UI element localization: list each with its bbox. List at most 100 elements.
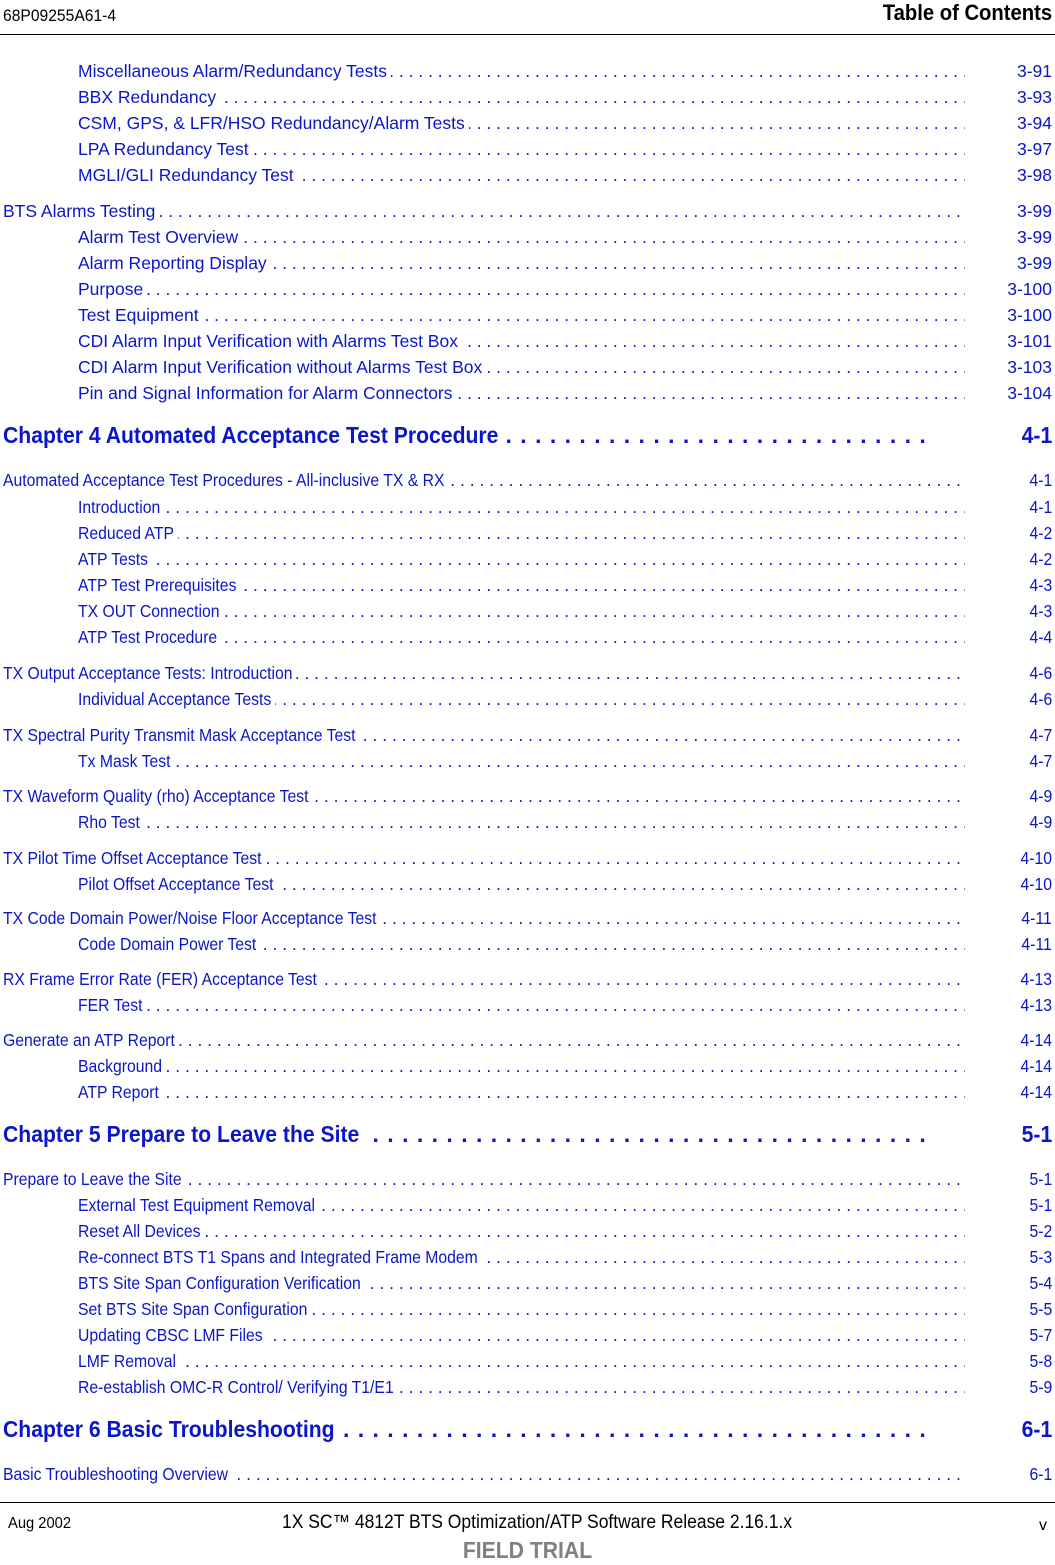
toc-entry-title[interactable]: Chapter 6 Basic Troubleshooting — [3, 1412, 341, 1446]
toc-section[interactable]: . . . . . . . . . . . . . . . . . . . . … — [0, 1462, 1055, 1486]
toc-subsection[interactable]: . . . . . . . . . . . . . . . . . . . . … — [0, 251, 1055, 275]
toc-entry-title[interactable]: Updating CBSC LMF Files — [78, 1323, 267, 1347]
toc-page-number[interactable]: 3-93 — [1017, 85, 1052, 109]
toc-page-number[interactable]: 6-1 — [1021, 1412, 1052, 1446]
toc-entry-title[interactable]: MGLI/GLI Redundancy Test — [78, 163, 298, 187]
toc-page-number[interactable]: 4-13 — [1020, 993, 1052, 1017]
toc-subsection[interactable]: . . . . . . . . . . . . . . . . . . . . … — [0, 1297, 1055, 1321]
toc-entry-title[interactable]: Re-establish OMC-R Control/ Verifying T1… — [78, 1375, 398, 1399]
toc-page-number[interactable]: 4-10 — [1020, 872, 1052, 896]
toc-page-number[interactable]: 5-4 — [1029, 1271, 1052, 1295]
toc-subsection[interactable]: . . . . . . . . . . . . . . . . . . . . … — [0, 137, 1055, 161]
toc-subsection[interactable]: . . . . . . . . . . . . . . . . . . . . … — [0, 872, 1055, 896]
toc-entry-title[interactable]: ATP Test Procedure — [78, 625, 221, 649]
toc-page-number[interactable]: 4-9 — [1029, 784, 1052, 808]
toc-entry-title[interactable]: Reset All Devices — [78, 1219, 205, 1243]
toc-page-number[interactable]: 5-2 — [1029, 1219, 1052, 1243]
toc-entry-title[interactable]: LMF Removal — [78, 1349, 180, 1373]
toc-page-number[interactable]: 3-99 — [1017, 251, 1052, 275]
toc-entry-title[interactable]: Code Domain Power Test — [78, 932, 260, 956]
toc-entry-title[interactable]: Alarm Test Overview — [78, 225, 243, 249]
toc-section[interactable]: . . . . . . . . . . . . . . . . . . . . … — [0, 199, 1055, 223]
toc-chapter[interactable]: . . . . . . . . . . . . . . . . . . . . … — [0, 1412, 1055, 1446]
toc-page-number[interactable]: 4-11 — [1022, 906, 1052, 930]
toc-subsection[interactable]: . . . . . . . . . . . . . . . . . . . . … — [0, 1349, 1055, 1373]
toc-subsection[interactable]: . . . . . . . . . . . . . . . . . . . . … — [0, 277, 1055, 301]
toc-chapter[interactable]: . . . . . . . . . . . . . . . . . . . . … — [0, 418, 1055, 452]
toc-subsection[interactable]: . . . . . . . . . . . . . . . . . . . . … — [0, 573, 1055, 597]
toc-section[interactable]: . . . . . . . . . . . . . . . . . . . . … — [0, 723, 1055, 747]
toc-page-number[interactable]: 4-2 — [1029, 547, 1052, 571]
toc-page-number[interactable]: 5-9 — [1029, 1375, 1052, 1399]
toc-entry-title[interactable]: BTS Site Span Configuration Verification — [78, 1271, 365, 1295]
toc-section[interactable]: . . . . . . . . . . . . . . . . . . . . … — [0, 1028, 1055, 1052]
toc-subsection[interactable]: . . . . . . . . . . . . . . . . . . . . … — [0, 1323, 1055, 1347]
toc-subsection[interactable]: . . . . . . . . . . . . . . . . . . . . … — [0, 810, 1055, 834]
toc-page-number[interactable]: 4-1 — [1029, 468, 1052, 492]
toc-entry-title[interactable]: Alarm Reporting Display — [78, 251, 271, 275]
toc-subsection[interactable]: . . . . . . . . . . . . . . . . . . . . … — [0, 163, 1055, 187]
toc-subsection[interactable]: . . . . . . . . . . . . . . . . . . . . … — [0, 303, 1055, 327]
toc-page-number[interactable]: 5-5 — [1029, 1297, 1052, 1321]
toc-entry-title[interactable]: Basic Troubleshooting Overview — [3, 1462, 232, 1486]
toc-page-number[interactable]: 4-3 — [1029, 573, 1052, 597]
toc-section[interactable]: . . . . . . . . . . . . . . . . . . . . … — [0, 967, 1055, 991]
toc-page-number[interactable]: 4-11 — [1022, 932, 1052, 956]
toc-subsection[interactable]: . . . . . . . . . . . . . . . . . . . . … — [0, 111, 1055, 135]
toc-entry-title[interactable]: TX Output Acceptance Tests: Introduction — [3, 661, 297, 685]
toc-subsection[interactable]: . . . . . . . . . . . . . . . . . . . . … — [0, 599, 1055, 623]
toc-page-number[interactable]: 3-97 — [1017, 137, 1052, 161]
toc-page-number[interactable]: 5-1 — [1021, 1117, 1052, 1151]
toc-page-number[interactable]: 5-8 — [1029, 1349, 1052, 1373]
toc-section[interactable]: . . . . . . . . . . . . . . . . . . . . … — [0, 661, 1055, 685]
toc-subsection[interactable]: . . . . . . . . . . . . . . . . . . . . … — [0, 1193, 1055, 1217]
toc-page-number[interactable]: 4-7 — [1029, 749, 1052, 773]
toc-entry-title[interactable]: RX Frame Error Rate (FER) Acceptance Tes… — [3, 967, 321, 991]
toc-subsection[interactable]: . . . . . . . . . . . . . . . . . . . . … — [0, 1271, 1055, 1295]
toc-subsection[interactable]: . . . . . . . . . . . . . . . . . . . . … — [0, 381, 1055, 405]
toc-entry-title[interactable]: ATP Tests — [78, 547, 152, 571]
toc-entry-title[interactable]: Set BTS Site Span Configuration — [78, 1297, 311, 1321]
toc-subsection[interactable]: . . . . . . . . . . . . . . . . . . . . … — [0, 625, 1055, 649]
toc-page-number[interactable]: 3-99 — [1017, 199, 1052, 223]
toc-page-number[interactable]: 5-7 — [1029, 1323, 1052, 1347]
toc-subsection[interactable]: . . . . . . . . . . . . . . . . . . . . … — [0, 1245, 1055, 1269]
toc-entry-title[interactable]: BTS Alarms Testing — [3, 199, 160, 223]
toc-entry-title[interactable]: Reduced ATP — [78, 521, 178, 545]
toc-entry-title[interactable]: Prepare to Leave the Site — [3, 1167, 186, 1191]
toc-page-number[interactable]: 3-104 — [1007, 381, 1052, 405]
toc-entry-title[interactable]: Background — [78, 1054, 166, 1078]
toc-subsection[interactable]: . . . . . . . . . . . . . . . . . . . . … — [0, 932, 1055, 956]
toc-entry-title[interactable]: External Test Equipment Removal — [78, 1193, 319, 1217]
toc-page-number[interactable]: 3-99 — [1017, 225, 1052, 249]
toc-entry-title[interactable]: Individual Acceptance Tests — [78, 687, 275, 711]
toc-subsection[interactable]: . . . . . . . . . . . . . . . . . . . . … — [0, 85, 1055, 109]
toc-entry-title[interactable]: CDI Alarm Input Verification without Ala… — [78, 355, 487, 379]
toc-section[interactable]: . . . . . . . . . . . . . . . . . . . . … — [0, 1167, 1055, 1191]
toc-entry-title[interactable]: Test Equipment — [78, 303, 203, 327]
toc-page-number[interactable]: 3-100 — [1007, 303, 1052, 327]
toc-section[interactable]: . . . . . . . . . . . . . . . . . . . . … — [0, 468, 1055, 492]
toc-subsection[interactable]: . . . . . . . . . . . . . . . . . . . . … — [0, 1219, 1055, 1243]
toc-page-number[interactable]: 4-9 — [1029, 810, 1052, 834]
toc-entry-title[interactable]: TX Code Domain Power/Noise Floor Accepta… — [3, 906, 381, 930]
toc-page-number[interactable]: 3-101 — [1007, 329, 1052, 353]
toc-page-number[interactable]: 4-4 — [1029, 625, 1052, 649]
toc-section[interactable]: . . . . . . . . . . . . . . . . . . . . … — [0, 846, 1055, 870]
toc-page-number[interactable]: 4-7 — [1029, 723, 1052, 747]
toc-entry-title[interactable]: Generate an ATP Report — [3, 1028, 179, 1052]
toc-entry-title[interactable]: Pin and Signal Information for Alarm Con… — [78, 381, 457, 405]
toc-subsection[interactable]: . . . . . . . . . . . . . . . . . . . . … — [0, 993, 1055, 1017]
toc-page-number[interactable]: 5-3 — [1029, 1245, 1052, 1269]
toc-entry-title[interactable]: TX Waveform Quality (rho) Acceptance Tes… — [3, 784, 313, 808]
toc-page-number[interactable]: 4-6 — [1029, 687, 1052, 711]
toc-subsection[interactable]: . . . . . . . . . . . . . . . . . . . . … — [0, 1080, 1055, 1104]
toc-page-number[interactable]: 4-14 — [1020, 1054, 1052, 1078]
toc-entry-title[interactable]: ATP Test Prerequisites — [78, 573, 241, 597]
toc-entry-title[interactable]: BBX Redundancy — [78, 85, 221, 109]
toc-entry-title[interactable]: Rho Test — [78, 810, 144, 834]
toc-page-number[interactable]: 6-1 — [1029, 1462, 1052, 1486]
toc-entry-title[interactable]: Tx Mask Test — [78, 749, 175, 773]
toc-chapter[interactable]: . . . . . . . . . . . . . . . . . . . . … — [0, 1117, 1055, 1151]
toc-page-number[interactable]: 4-13 — [1020, 967, 1052, 991]
